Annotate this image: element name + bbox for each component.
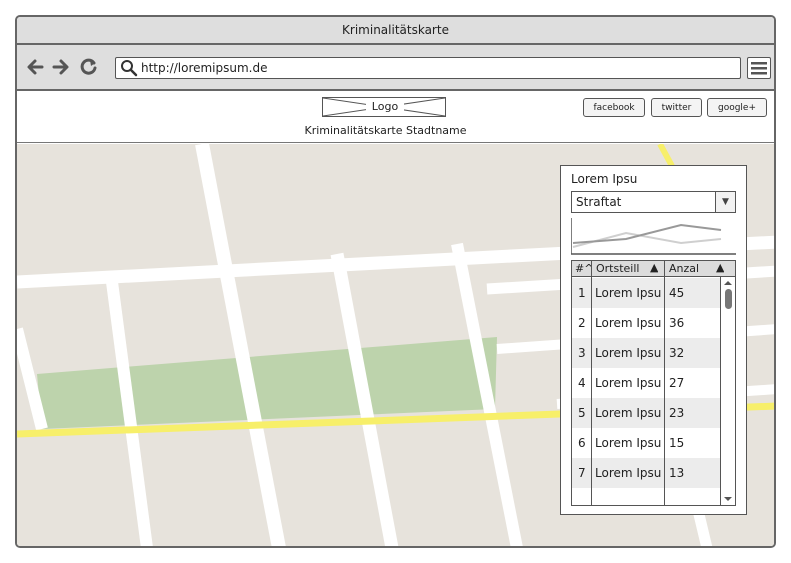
cell-count: 15 xyxy=(669,436,685,450)
scroll-up-icon[interactable] xyxy=(721,278,735,288)
cell-count: 36 xyxy=(669,316,685,330)
cell-count: 27 xyxy=(669,376,685,390)
address-bar: http://loremipsum.de xyxy=(17,45,774,91)
twitter-button[interactable]: twitter xyxy=(651,98,702,117)
cell-count: 23 xyxy=(669,406,685,420)
table-header: #^ Ortsteill ▲ Anzal ▲ xyxy=(572,261,735,277)
table-row[interactable]: 6 Lorem Ipsu 15 xyxy=(572,428,721,458)
logo[interactable]: Logo xyxy=(322,97,446,117)
table-row[interactable]: 3 Lorem Ipsu 32 xyxy=(572,338,721,368)
cell-count: 32 xyxy=(669,346,685,360)
hamburger-menu-icon[interactable] xyxy=(747,57,771,79)
column-divider xyxy=(591,261,592,505)
scroll-thumb[interactable] xyxy=(725,289,732,309)
browser-window: Kriminalitätskarte http://loremipsum.de xyxy=(15,15,776,548)
reload-icon[interactable] xyxy=(79,57,99,77)
table-row[interactable]: 1 Lorem Ipsu 45 xyxy=(572,278,721,308)
series-light xyxy=(572,231,722,248)
cell-rank: 7 xyxy=(578,466,586,480)
cell-district: Lorem Ipsu xyxy=(595,286,662,300)
sort-asc-icon[interactable]: ▲ xyxy=(650,261,658,274)
cell-rank: 6 xyxy=(578,436,586,450)
arrow-left-icon[interactable] xyxy=(25,57,45,77)
window-title: Kriminalitätskarte xyxy=(342,23,449,37)
cell-district: Lorem Ipsu xyxy=(595,406,662,420)
scroll-down-icon[interactable] xyxy=(721,494,735,504)
header-rank[interactable]: #^ xyxy=(575,262,591,275)
chevron-down-icon[interactable]: ▼ xyxy=(715,192,735,212)
page-subtitle: Kriminalitätskarte Stadtname xyxy=(304,124,467,137)
search-icon xyxy=(121,60,138,77)
table-scrollbar[interactable] xyxy=(720,277,735,505)
header-count[interactable]: Anzal xyxy=(669,262,699,275)
table-row[interactable]: 5 Lorem Ipsu 23 xyxy=(572,398,721,428)
cell-district: Lorem Ipsu xyxy=(595,436,662,450)
statistics-panel: Lorem Ipsu Straftat ▼ #^ Ortsteill ▲ Anz… xyxy=(560,165,747,515)
trend-sparkline xyxy=(571,218,736,255)
cell-rank: 1 xyxy=(578,286,586,300)
facebook-button[interactable]: facebook xyxy=(583,98,645,117)
cell-rank: 5 xyxy=(578,406,586,420)
cell-count: 45 xyxy=(669,286,685,300)
cell-count: 13 xyxy=(669,466,685,480)
google-plus-button[interactable]: google+ xyxy=(707,98,767,117)
cell-district: Lorem Ipsu xyxy=(595,346,662,360)
site-header: Logo Kriminalitätskarte Stadtname facebo… xyxy=(17,91,774,143)
sort-asc-icon[interactable]: ▲ xyxy=(716,261,724,274)
table-row[interactable]: 2 Lorem Ipsu 36 xyxy=(572,308,721,338)
logo-label: Logo xyxy=(366,99,404,115)
cell-district: Lorem Ipsu xyxy=(595,376,662,390)
header-district[interactable]: Ortsteill xyxy=(596,262,639,275)
cell-rank: 4 xyxy=(578,376,586,390)
panel-title: Lorem Ipsu xyxy=(571,172,638,186)
table-row[interactable]: 4 Lorem Ipsu 27 xyxy=(572,368,721,398)
column-divider xyxy=(664,261,665,505)
cell-rank: 3 xyxy=(578,346,586,360)
url-text: http://loremipsum.de xyxy=(141,61,268,75)
cell-district: Lorem Ipsu xyxy=(595,466,662,480)
select-value: Straftat xyxy=(576,195,622,209)
table-row[interactable]: 7 Lorem Ipsu 13 xyxy=(572,458,721,488)
cell-district: Lorem Ipsu xyxy=(595,316,662,330)
arrow-right-icon[interactable] xyxy=(51,57,71,77)
url-input[interactable]: http://loremipsum.de xyxy=(115,57,741,79)
cell-rank: 2 xyxy=(578,316,586,330)
crime-type-select[interactable]: Straftat ▼ xyxy=(571,191,736,213)
title-bar: Kriminalitätskarte xyxy=(17,17,774,45)
district-table[interactable]: #^ Ortsteill ▲ Anzal ▲ 1 Lorem Ipsu 45 2… xyxy=(571,260,736,506)
